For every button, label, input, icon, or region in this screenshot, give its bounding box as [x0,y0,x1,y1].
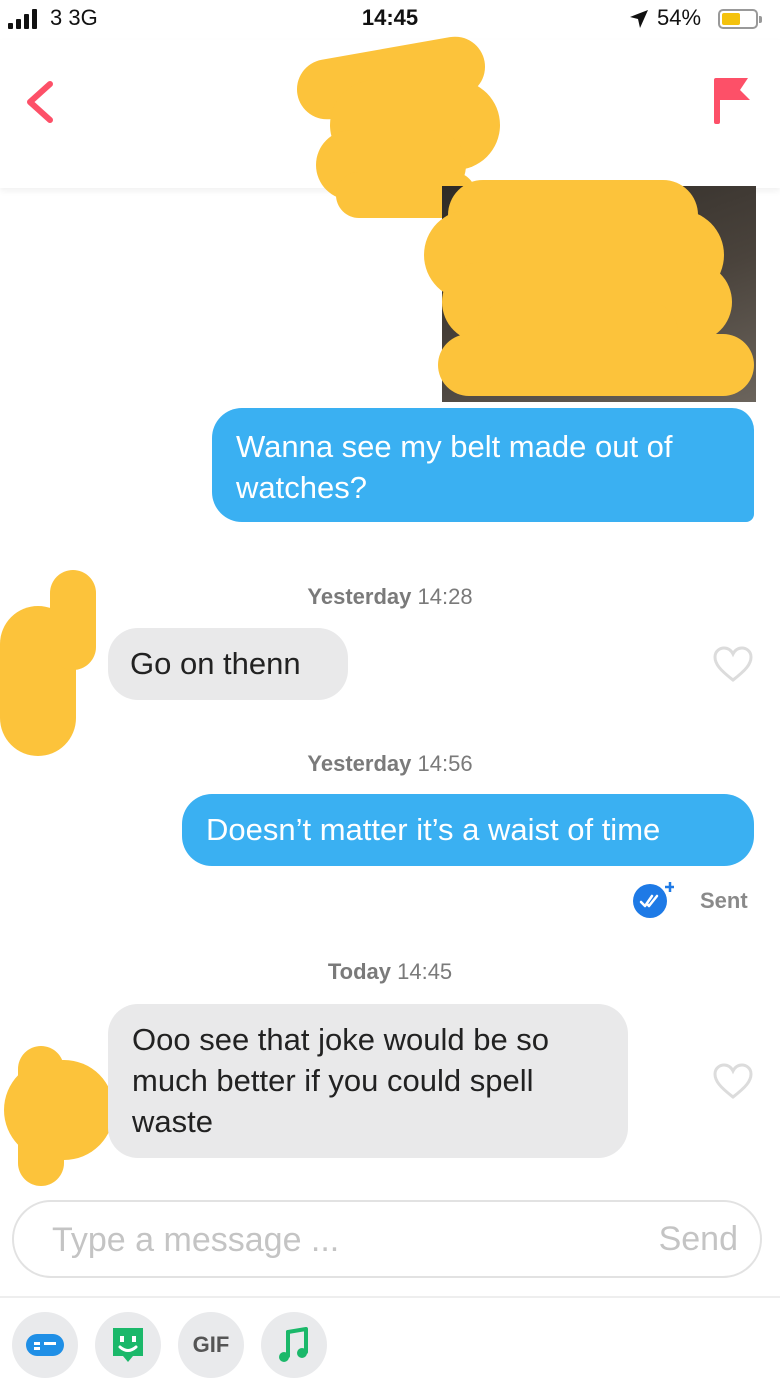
location-arrow-icon [630,10,648,28]
redacted-avatar [18,1046,64,1186]
sent-status: Sent [700,888,748,913]
redacted-photo [438,334,754,396]
outgoing-message: Doesn’t matter it’s a waist of time [182,794,754,866]
like-heart-icon[interactable] [712,1062,754,1100]
card-icon [26,1334,64,1356]
toolbar-divider [0,1296,780,1298]
flag-icon [714,78,750,124]
message-input[interactable] [52,1214,612,1266]
timestamp-time: 14:28 [417,584,473,609]
chevron-left-icon [27,81,53,123]
music-note-icon [279,1327,308,1362]
redacted-avatar [50,570,96,670]
music-button[interactable] [261,1312,327,1378]
message-timestamp: Yesterday 14:56 [0,751,780,777]
incoming-message: Ooo see that joke would be so much bette… [108,1004,628,1158]
battery-percent: 54% [657,5,702,30]
send-button[interactable]: Send [659,1220,738,1259]
bitmoji-button[interactable] [95,1312,161,1378]
timestamp-time: 14:56 [417,751,473,776]
message-timestamp: Today 14:45 [0,959,780,985]
timestamp-day: Today [327,959,391,984]
gif-label: GIF [192,1332,230,1357]
timestamp-day: Yesterday [307,751,412,776]
read-receipt-icon [633,882,674,918]
extras-button[interactable] [12,1312,78,1378]
timestamp-time: 14:45 [397,959,453,984]
message-timestamp: Yesterday 14:28 [0,584,780,610]
back-button[interactable] [20,78,64,126]
gif-button[interactable]: GIF [178,1312,244,1378]
battery-icon [718,9,762,29]
report-button[interactable] [708,74,756,126]
timestamp-day: Yesterday [307,584,412,609]
status-bar: 3 3G 14:45 54% [0,0,780,40]
outgoing-message: Wanna see my belt made out of watches? [212,408,754,522]
message-composer: Send [12,1200,762,1278]
like-heart-icon[interactable] [712,645,754,683]
smiley-sticker-icon [113,1328,143,1362]
incoming-message: Go on thenn [108,628,348,700]
